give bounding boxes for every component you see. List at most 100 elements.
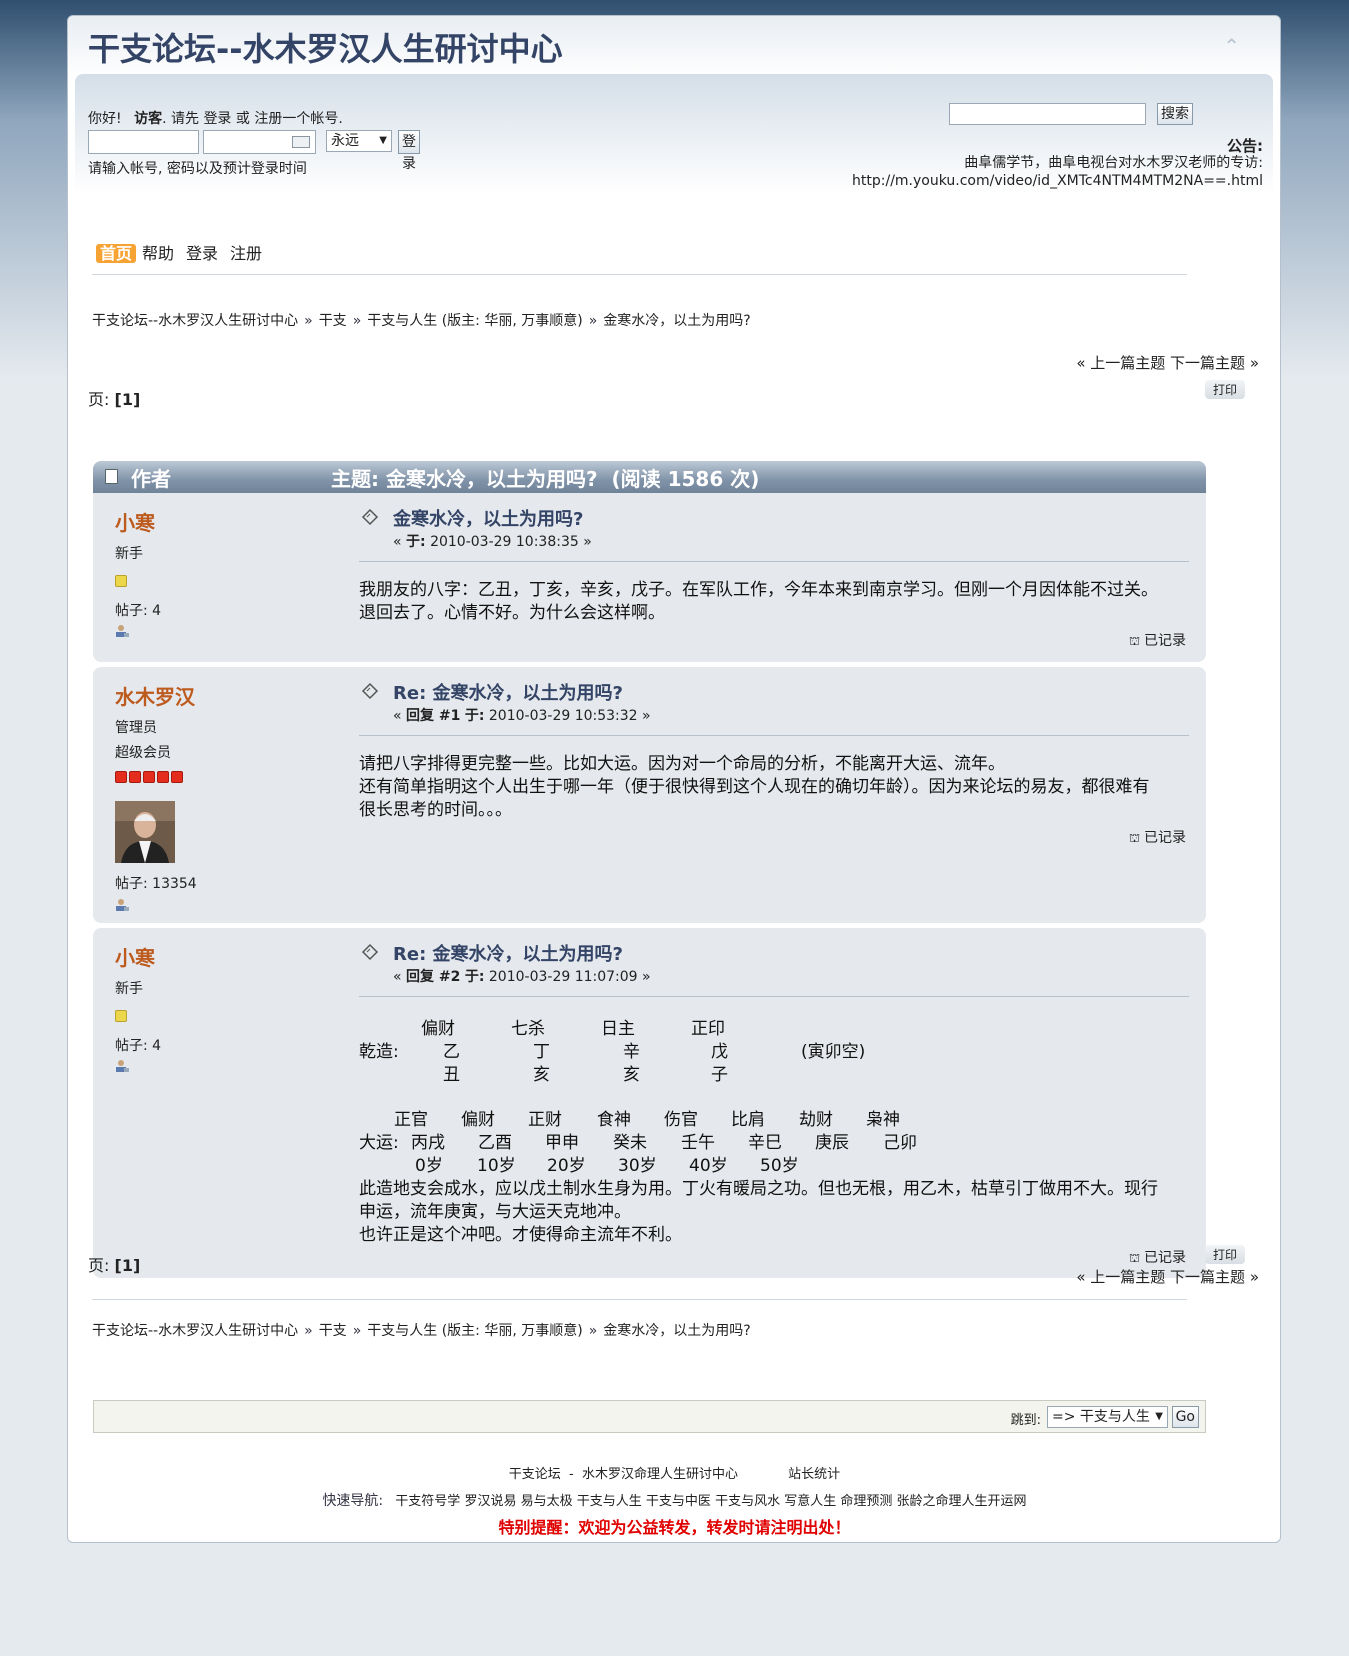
menu-help[interactable]: 帮助 xyxy=(142,244,174,263)
next-topic-link[interactable]: 下一篇主题 » xyxy=(1170,1268,1259,1286)
bazi-top: 日主 xyxy=(601,1019,635,1039)
subject-header: 主题: 金寒水冷，以土为用吗? (阅读 1586 次) xyxy=(331,467,760,491)
post-body-line: 此造地支会成水，应以戊土制水生身为用。丁火有暖局之功。但也无根，用乙木，枯草引丁… xyxy=(359,1179,1158,1199)
news-link[interactable]: http://m.youku.com/video/id_XMTc4NTM4MTM… xyxy=(852,172,1263,190)
user-greeting: 你好! 访客. 请先 登录 或 注册一个帐号. xyxy=(88,108,343,128)
print-button-bottom[interactable]: 打印 xyxy=(1204,1245,1245,1264)
post-body-line: 很长思考的时间。。。 xyxy=(359,800,512,820)
breadcrumb-topic[interactable]: 金寒水冷，以土为用吗? xyxy=(603,313,750,329)
logged-text: 已记录 xyxy=(1144,1250,1186,1266)
post-count: 帖子: 4 xyxy=(115,1038,162,1054)
post-author[interactable]: 水木罗汉 xyxy=(115,681,195,710)
breadcrumb-category[interactable]: 干支 xyxy=(319,313,347,329)
dayun-pillar: 己卯 xyxy=(883,1133,917,1153)
print-button[interactable]: 打印 xyxy=(1204,380,1245,399)
post-title[interactable]: 金寒水冷，以土为用吗? xyxy=(393,505,583,531)
logged-text: 已记录 xyxy=(1144,633,1186,649)
keyboard-icon[interactable] xyxy=(292,136,311,148)
username-input[interactable] xyxy=(88,130,199,154)
star-icon xyxy=(143,771,155,783)
page-wrapper: 干支论坛--水木罗汉人生研讨中心 ⌃ 你好! 访客. 请先 登录 或 注册一个帐… xyxy=(67,15,1281,1543)
collapse-header-icon[interactable]: ⌃ xyxy=(1223,34,1240,58)
profile-icon[interactable] xyxy=(115,624,129,638)
quick-nav-link[interactable]: 干支符号学 xyxy=(395,1494,460,1509)
bazi-branch: 亥 xyxy=(533,1065,550,1085)
logged-text: 已记录 xyxy=(1144,830,1186,846)
ip-icon: ⛫ xyxy=(1128,634,1140,648)
post-divider xyxy=(359,735,1189,736)
post-body: 我朋友的八字：乙丑，丁亥，辛亥，戊子。在军队工作，今年本来到南京学习。但刚一个月… xyxy=(359,579,1158,625)
avatar[interactable] xyxy=(115,801,175,863)
reply-number: 回复 #1 xyxy=(406,708,461,724)
forum-title[interactable]: 干支论坛--水木罗汉人生研讨中心 xyxy=(88,24,563,70)
topic-nav-top: « 上一篇主题 下一篇主题 » xyxy=(1076,352,1259,373)
post-author[interactable]: 小寒 xyxy=(115,507,155,536)
post-icon xyxy=(361,682,379,700)
meta-suffix: » xyxy=(578,534,592,550)
quick-nav-link[interactable]: 干支与人生 xyxy=(577,1494,642,1509)
quick-nav-link[interactable]: 干支与风水 xyxy=(715,1494,780,1509)
current-page[interactable]: [1] xyxy=(115,390,141,409)
post-title[interactable]: Re: 金寒水冷，以土为用吗? xyxy=(393,940,623,966)
post-body-line: 退回去了。心情不好。为什么会这样啊。 xyxy=(359,603,665,623)
quick-nav-link[interactable]: 张龄之命理人生开运网 xyxy=(897,1494,1027,1509)
quick-nav-link[interactable]: 写意人生 xyxy=(784,1494,836,1509)
quick-nav-link[interactable]: 易与太极 xyxy=(521,1494,573,1509)
meta-suffix: » xyxy=(637,969,651,985)
menu-login[interactable]: 登录 xyxy=(186,244,218,263)
reply-number: 回复 #2 xyxy=(406,969,461,985)
post-title[interactable]: Re: 金寒水冷，以土为用吗? xyxy=(393,679,623,705)
menu-register[interactable]: 注册 xyxy=(230,244,262,263)
breadcrumb-board[interactable]: 干支与人生 (版主: 华丽, 万事顺意) xyxy=(367,313,582,329)
jump-select[interactable]: => 干支与人生 ▼ xyxy=(1047,1406,1168,1428)
member-group: 新手 xyxy=(115,546,143,562)
dayun-pillar: 甲申 xyxy=(545,1133,579,1153)
member-stars xyxy=(115,771,185,787)
quick-nav-link[interactable]: 罗汉说易 xyxy=(464,1494,516,1509)
register-link[interactable]: 注册一个帐号 xyxy=(254,111,338,127)
footer-stats-link[interactable]: 站长统计 xyxy=(788,1467,840,1482)
breadcrumb-topic[interactable]: 金寒水冷，以土为用吗? xyxy=(603,1323,750,1339)
login-hint: 请输入帐号, 密码以及预计登录时间 xyxy=(88,161,307,177)
post-author[interactable]: 小寒 xyxy=(115,942,155,971)
member-group-2: 超级会员 xyxy=(115,745,171,761)
post-divider xyxy=(359,561,1189,562)
login-button[interactable]: 登录 xyxy=(398,130,420,172)
go-button[interactable]: Go xyxy=(1171,1406,1199,1428)
breadcrumb-bottom: 干支论坛--水木罗汉人生研讨中心 » 干支 » 干支与人生 (版主: 华丽, 万事顺意)… xyxy=(92,1320,751,1340)
profile-icon[interactable] xyxy=(115,1059,129,1073)
menu-home[interactable]: 首页 xyxy=(96,244,137,263)
login-link[interactable]: 登录 xyxy=(203,111,231,127)
dayun-top: 正官 xyxy=(394,1110,428,1130)
prev-topic-link[interactable]: « 上一篇主题 xyxy=(1076,354,1165,372)
breadcrumb-board[interactable]: 干支与人生 (版主: 华丽, 万事顺意) xyxy=(367,1323,582,1339)
footer-site-link[interactable]: 干支论坛 - 水木罗汉命理人生研讨中心 xyxy=(509,1467,738,1482)
bazi-top: 七杀 xyxy=(511,1019,545,1039)
post-3: 小寒 新手 帖子: 4 Re: 金寒水冷，以土为用吗? « 回复 #2 于: 2… xyxy=(93,928,1206,1278)
search-input[interactable] xyxy=(949,103,1146,125)
post-1: 小寒 新手 帖子: 4 金寒水冷，以土为用吗? « 于: 2010-03-29 … xyxy=(93,493,1206,662)
post-2: 水木罗汉 管理员 超级会员 帖子: 13354 Re: 金寒水冷，以土为用吗? … xyxy=(93,667,1206,923)
guest-label: 访客 xyxy=(134,111,163,127)
quick-nav-link[interactable]: 干支与中医 xyxy=(646,1494,711,1509)
login-duration-select[interactable]: 永远 ▼ xyxy=(326,130,392,152)
dot-text: . xyxy=(338,111,343,127)
footer-line-1: 干支论坛 - 水木罗汉命理人生研讨中心 站长统计 xyxy=(0,1462,1349,1488)
dayun-pillar: 壬午 xyxy=(681,1133,715,1153)
next-topic-link[interactable]: 下一篇主题 » xyxy=(1170,354,1259,372)
quick-nav-link[interactable]: 命理预测 xyxy=(840,1494,892,1509)
current-page[interactable]: [1] xyxy=(115,1256,141,1275)
dayun-age: 10岁 xyxy=(477,1156,516,1176)
profile-icon[interactable] xyxy=(115,898,129,912)
or-text: 或 xyxy=(235,111,250,127)
prev-topic-link[interactable]: « 上一篇主题 xyxy=(1076,1268,1165,1286)
logged-status: ⛫ 已记录 xyxy=(1129,827,1186,847)
search-button[interactable]: 搜索 xyxy=(1157,103,1193,125)
dayun-age: 0岁 xyxy=(415,1156,443,1176)
chevron-down-icon: ▼ xyxy=(1155,1411,1163,1422)
dayun-age: 20岁 xyxy=(547,1156,586,1176)
breadcrumb-category[interactable]: 干支 xyxy=(319,1323,347,1339)
breadcrumb-forum[interactable]: 干支论坛--水木罗汉人生研讨中心 xyxy=(92,1323,298,1339)
meta-suffix: » xyxy=(637,708,651,724)
breadcrumb-forum[interactable]: 干支论坛--水木罗汉人生研讨中心 xyxy=(92,313,298,329)
